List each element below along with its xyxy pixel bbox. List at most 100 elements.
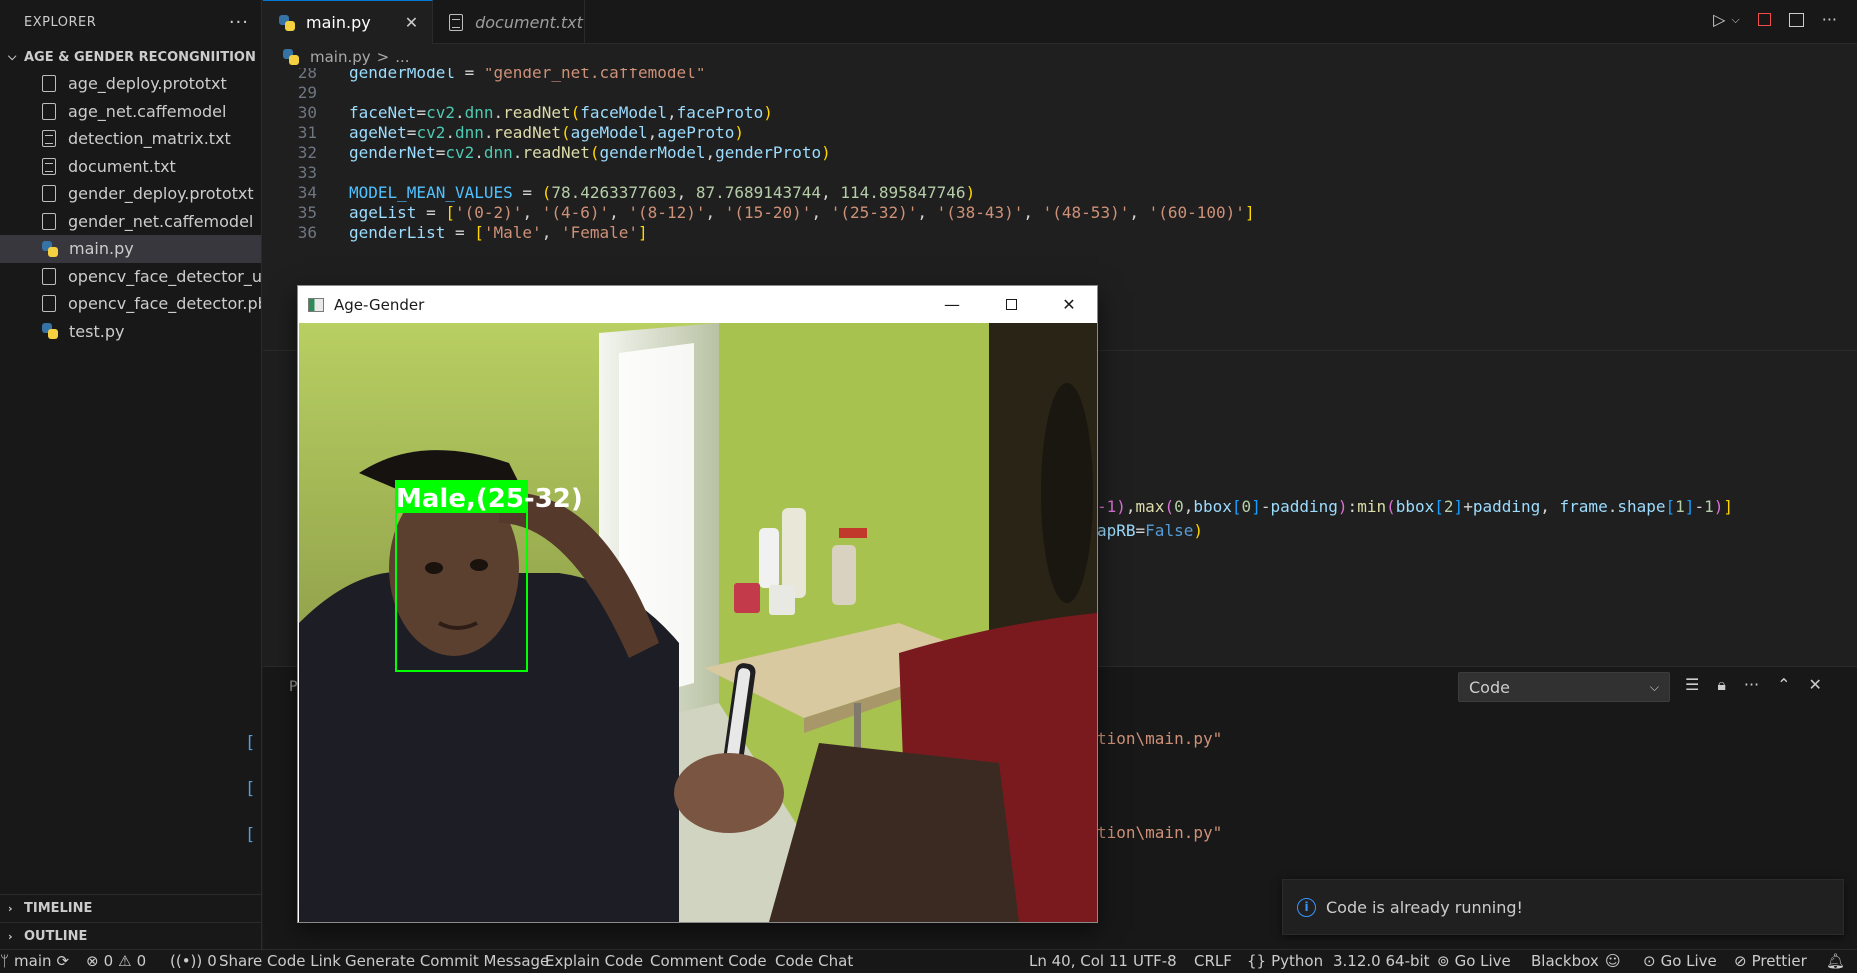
code-chat[interactable]: Code Chat	[775, 952, 853, 970]
output-channel-select[interactable]: Code ⌵	[1458, 672, 1670, 702]
python-icon	[42, 323, 58, 340]
stop-icon[interactable]	[1757, 13, 1771, 26]
file-item[interactable]: document.txt	[0, 153, 261, 181]
code-text: ageNet=cv2.dnn.readNet(ageModel,ageProto…	[349, 122, 745, 142]
timeline-section[interactable]: › TIMELINE	[0, 894, 262, 921]
file-item[interactable]: opencv_face_detector.pb...	[0, 290, 261, 318]
output-line: tion\main.py"	[1097, 729, 1223, 748]
split-editor-icon[interactable]	[1788, 12, 1804, 27]
line-number: 29	[297, 82, 317, 102]
go-live-label: Go Live	[1454, 952, 1511, 970]
broadcast-icon: ⊚	[1437, 952, 1450, 970]
tab-document-txt[interactable]: document.txt	[433, 0, 586, 44]
more-actions-icon[interactable]: ···	[1744, 675, 1759, 695]
webcam-image: Male,(25-32)	[299, 323, 1097, 922]
python-version[interactable]: 3.12.0 64-bit	[1333, 952, 1430, 970]
file-icon	[42, 75, 56, 93]
output-line: tion\main.py"	[1097, 823, 1223, 842]
text-file-icon	[449, 13, 464, 31]
minimize-button[interactable]: —	[923, 286, 981, 323]
ports-indicator[interactable]: ((•)) 0	[170, 952, 217, 970]
problems-indicator[interactable]: ⊗ 0 ⚠ 0	[86, 952, 146, 970]
branch-indicator[interactable]: ᛘ main ⟳	[0, 952, 69, 970]
lock-icon[interactable]: 🔒︎	[1717, 675, 1726, 695]
file-name: gender_deploy.prototxt	[68, 184, 254, 204]
detection-label: Male,(25-32)	[396, 484, 583, 514]
more-actions-icon[interactable]: ···	[1822, 10, 1837, 29]
language-mode[interactable]: {} Python	[1247, 952, 1323, 970]
notification-message: Code is already running!	[1326, 897, 1523, 917]
output-bracket: [	[245, 825, 256, 845]
file-icon	[42, 267, 56, 285]
close-icon[interactable]: ✕	[405, 13, 418, 32]
file-name: age_deploy.prototxt	[68, 74, 227, 94]
language-label: Python	[1271, 952, 1324, 970]
go-live-button-2[interactable]: ⊙ Go Live	[1643, 952, 1717, 970]
breadcrumb-symbol[interactable]: ...	[395, 48, 409, 66]
file-item[interactable]: opencv_face_detector_ui...	[0, 263, 261, 291]
file-item[interactable]: test.py	[0, 318, 261, 346]
code-text: genderModel = "gender_net.caffemodel"	[349, 68, 706, 82]
notification-toast: i Code is already running!	[1282, 879, 1844, 935]
file-name: detection_matrix.txt	[68, 129, 231, 149]
file-item[interactable]: main.py	[0, 235, 261, 263]
python-icon	[42, 240, 58, 257]
play-circle-icon: ⊙	[1643, 952, 1656, 970]
file-name: main.py	[69, 239, 134, 259]
python-icon	[283, 49, 299, 65]
file-item[interactable]: gender_deploy.prototxt	[0, 180, 261, 208]
file-item[interactable]: age_net.caffemodel	[0, 98, 261, 126]
timeline-label: TIMELINE	[24, 900, 93, 916]
explorer-sidebar: EXPLORER ··· ⌵ AGE & GENDER RECONGNIITIO…	[0, 0, 262, 949]
code-text: ageList = ['(0-2)', '(4-6)', '(8-12)', '…	[349, 202, 1255, 222]
file-item[interactable]: gender_net.caffemodel	[0, 208, 261, 236]
clear-output-icon[interactable]: ☰	[1685, 675, 1699, 695]
breadcrumb-file[interactable]: main.py	[310, 48, 371, 66]
close-icon[interactable]: ✕	[1809, 675, 1822, 695]
file-name: test.py	[69, 321, 125, 341]
file-item[interactable]: detection_matrix.txt	[0, 125, 261, 153]
camera-frame: Male,(25-32)	[299, 323, 1097, 922]
notifications-bell-icon[interactable]: 🔔︎	[1826, 952, 1845, 970]
run-icon[interactable]: ▷	[1713, 10, 1725, 29]
file-item[interactable]: age_deploy.prototxt	[0, 70, 261, 98]
maximize-button[interactable]	[982, 286, 1040, 323]
branch-icon: ᛘ	[0, 952, 10, 970]
blackbox-button[interactable]: Blackbox	[1531, 952, 1599, 970]
cursor-position[interactable]: Ln 40, Col 11	[1029, 952, 1128, 970]
line-ending[interactable]: CRLF	[1194, 952, 1232, 970]
project-folder[interactable]: ⌵ AGE & GENDER RECONGNIITION	[0, 44, 261, 70]
more-actions-icon[interactable]: ···	[229, 12, 249, 33]
encoding[interactable]: UTF-8	[1133, 952, 1177, 970]
output-bracket: [	[245, 779, 256, 799]
prettier-button[interactable]: ⊘ Prettier	[1734, 952, 1807, 970]
code-text: MODEL_MEAN_VALUES = (78.4263377603, 87.7…	[349, 182, 976, 202]
window-titlebar[interactable]: Age-Gender — ✕	[298, 286, 1097, 323]
file-name: opencv_face_detector.pb...	[68, 294, 261, 314]
comment-code[interactable]: Comment Code	[650, 952, 767, 970]
copilot-icon[interactable]: ☺	[1605, 952, 1621, 970]
share-code-link[interactable]: Share Code Link	[219, 952, 341, 970]
warning-count: 0	[136, 952, 147, 970]
file-icon	[42, 185, 56, 203]
tab-main-py[interactable]: main.py ✕	[263, 0, 434, 44]
chevron-down-icon[interactable]: ⌵	[1731, 13, 1739, 27]
editor-tab-bar: main.py ✕ document.txt ▷ ⌵ ···	[263, 0, 1857, 44]
file-name: gender_net.caffemodel	[68, 211, 254, 231]
window-title: Age-Gender	[334, 295, 425, 314]
line-number: 36	[297, 222, 317, 242]
project-folder-label: AGE & GENDER RECONGNIITION	[24, 49, 256, 65]
file-name: document.txt	[68, 156, 176, 176]
generate-commit-message[interactable]: Generate Commit Message	[345, 952, 549, 970]
outline-section[interactable]: › OUTLINE	[0, 922, 262, 949]
explain-code[interactable]: Explain Code	[545, 952, 643, 970]
code-fragment: apRB=False)	[1097, 521, 1203, 540]
age-gender-window[interactable]: Age-Gender — ✕ Male,(25-32)	[297, 285, 1098, 923]
sync-icon: ⟳	[56, 952, 70, 970]
close-window-button[interactable]: ✕	[1040, 286, 1098, 323]
maximize-panel-icon[interactable]: ⌃	[1777, 675, 1790, 695]
go-live-button[interactable]: ⊚ Go Live	[1437, 952, 1511, 970]
go-live-label: Go Live	[1660, 952, 1717, 970]
line-number: 34	[297, 182, 317, 202]
file-name: age_net.caffemodel	[68, 101, 227, 121]
